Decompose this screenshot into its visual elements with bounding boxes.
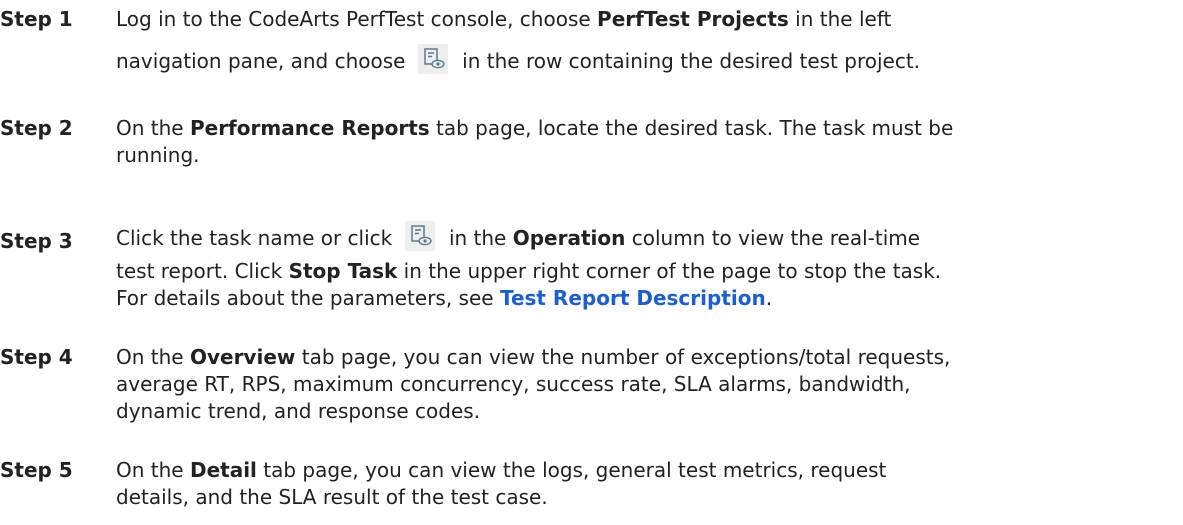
ui-term: Detail [189, 458, 257, 482]
view-report-icon[interactable] [404, 221, 435, 251]
step-body: On the Overview tab page, you can view t… [116, 344, 1176, 425]
ui-term: Operation [512, 226, 626, 250]
step-line: Log in to the CodeArts PerfTest console,… [116, 6, 1176, 33]
step-text: in the [442, 226, 513, 250]
step-line: For details about the parameters, see Te… [116, 285, 1176, 312]
step-text: in the left [788, 7, 892, 31]
step-text: Log in to the CodeArts PerfTest console,… [116, 7, 598, 31]
ui-term: Stop Task [288, 259, 398, 283]
step-line: running. [116, 143, 200, 167]
step-line: On the Overview tab page, you can view t… [116, 344, 1176, 371]
step-label: Step 2 [0, 116, 73, 140]
view-report-icon[interactable] [417, 44, 448, 74]
step-line: average RT, RPS, maximum concurrency, su… [116, 372, 911, 396]
step-line: navigation pane, and choose in the row c… [116, 37, 1176, 85]
step-text: On the [116, 345, 190, 369]
step-label: Step 5 [0, 458, 73, 482]
step-text: On the [116, 116, 190, 140]
step-text: in the row containing the desired test p… [455, 49, 921, 73]
ui-term: PerfTest Projects [597, 7, 789, 31]
step-line: details, and the SLA result of the test … [116, 485, 548, 509]
step-label: Step 4 [0, 345, 73, 369]
step-text: test report. Click [116, 259, 289, 283]
step-line: dynamic trend, and response codes. [116, 399, 481, 423]
step-line: On the Detail tab page, you can view the… [116, 457, 1176, 484]
procedure-steps: Step 1 Log in to the CodeArts PerfTest c… [0, 0, 1183, 525]
ui-term: Overview [189, 345, 296, 369]
step-text: in the upper right corner of the page to… [397, 259, 942, 283]
step-text: . [765, 286, 773, 310]
step-body: On the Performance Reports tab page, loc… [116, 115, 1176, 169]
step-line: On the Performance Reports tab page, loc… [116, 115, 1176, 142]
step-text: tab page, you can view the logs, general… [256, 458, 887, 482]
step-line: Click the task name or click in the Oper… [116, 218, 1176, 258]
step-text: tab page, locate the desired task. The t… [429, 116, 954, 140]
step-text: navigation pane, and choose [116, 49, 412, 73]
test-report-description-link[interactable]: Test Report Description [500, 286, 766, 310]
step-label: Step 3 [0, 229, 73, 253]
step-line: test report. Click Stop Task in the uppe… [116, 258, 1176, 285]
step-text: Click the task name or click [116, 226, 399, 250]
step-text: column to view the real-time [625, 226, 921, 250]
step-text: On the [116, 458, 190, 482]
ui-term: Performance Reports [189, 116, 430, 140]
step-body: On the Detail tab page, you can view the… [116, 457, 1176, 511]
step-label: Step 1 [0, 7, 73, 31]
step-body: Log in to the CodeArts PerfTest console,… [116, 6, 1176, 85]
step-text: tab page, you can view the number of exc… [295, 345, 951, 369]
step-text: For details about the parameters, see [116, 286, 500, 310]
step-body: Click the task name or click in the Oper… [116, 218, 1176, 312]
